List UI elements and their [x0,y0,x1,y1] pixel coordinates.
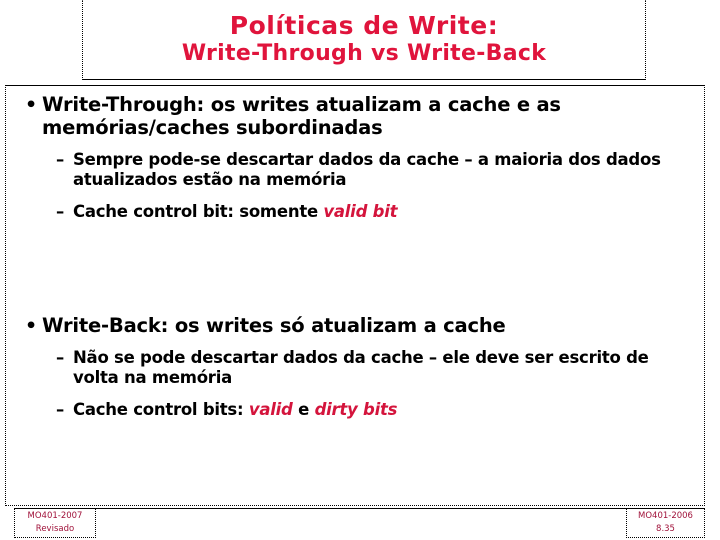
sub-bullet-control-bit: – Cache control bit: somente valid bit [6,202,706,222]
slide-title-placeholder[interactable]: Políticas de Write: Write-Through vs Wri… [82,0,646,80]
sub-bullet-control-bit-emphasis: valid bit [323,201,398,221]
bullet-dot-icon: • [25,315,37,337]
sub-bullet-control-bits-label: Cache control bits: [73,400,249,420]
sub-bullet-control-bits: – Cache control bits: valid e dirty bits [6,400,706,420]
footer-source-code: MO401-2006 [638,511,693,522]
sub-bullet-discard-data: – Sempre pode-se descartar dados da cach… [6,150,706,190]
section-write-back: • Write-Back: os writes só atualizam a c… [6,314,706,420]
bullet-dot-icon: • [25,94,37,116]
sub-bullet-no-discard: – Não se pode descartar dados da cache –… [6,348,706,388]
dash-marker-icon: – [56,149,64,169]
slide-canvas: Políticas de Write: Write-Through vs Wri… [0,0,720,540]
sub-bullet-discard-data-text: Sempre pode-se descartar dados da cache … [73,149,661,189]
dash-marker-icon: – [56,201,64,221]
bullet-write-back-text: Write-Back: os writes só atualizam a cac… [42,314,506,337]
footer-slide-number: 8.35 [656,524,675,534]
sub-bullet-valid-emphasis: valid [248,400,293,420]
footer-course-code: MO401-2007 [27,511,83,522]
bullet-write-through-text: Write-Through: os writes atualizam a cac… [42,93,561,139]
sub-bullet-dirty-emphasis: dirty bits [314,400,398,420]
sub-bullet-no-discard-text: Não se pode descartar dados da cache – e… [73,347,649,387]
sub-bullet-conjunction: e [292,400,315,420]
footer-course-status: Revisado [35,524,75,534]
slide-title-line-1: Políticas de Write: [229,11,499,41]
bullet-write-through: • Write-Through: os writes atualizam a c… [6,93,706,140]
slide-body-placeholder[interactable]: • Write-Through: os writes atualizam a c… [5,85,705,506]
section-write-through: • Write-Through: os writes atualizam a c… [6,93,706,222]
dash-marker-icon: – [56,400,64,420]
sub-bullet-control-bit-label: Cache control bit: somente [73,201,324,221]
dash-marker-icon: – [56,347,64,367]
bullet-write-back: • Write-Back: os writes só atualizam a c… [6,314,706,338]
slide-title-line-2: Write-Through vs Write-Back [181,41,547,67]
footer-source-placeholder[interactable]: MO401-2006 8.35 [626,509,705,538]
footer-course-placeholder[interactable]: MO401-2007 Revisado [14,509,96,538]
footer-divider [14,508,705,509]
